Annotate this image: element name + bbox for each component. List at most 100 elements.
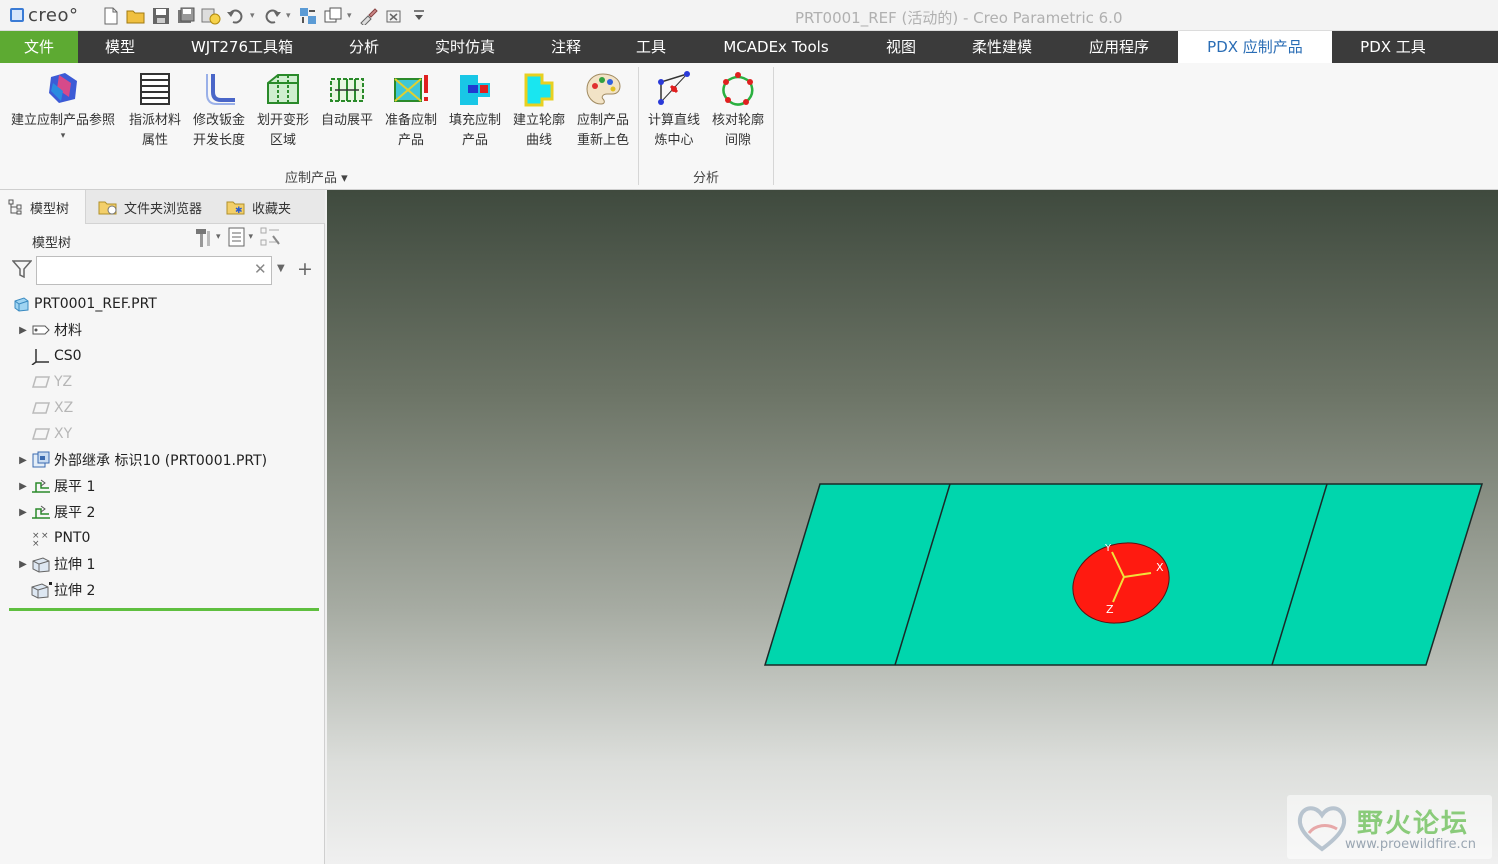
regenerate-icon[interactable]: [200, 5, 222, 27]
creo-logo: creo°: [10, 5, 79, 26]
check-profile-clearance-button[interactable]: 核对轮廓 间隙: [708, 67, 768, 159]
svg-text:×: ×: [41, 531, 49, 541]
tree-item-flatten-2[interactable]: ▶ 展平 2: [16, 499, 95, 525]
switch-window-icon[interactable]: [297, 5, 319, 27]
tree-item-material[interactable]: ▶ 材料: [16, 317, 82, 343]
undo-dropdown-icon[interactable]: ▾: [250, 11, 258, 21]
watermark-url: www.proewildfire.cn: [1345, 837, 1476, 852]
axis-label-z: Z: [1106, 603, 1114, 616]
tab-annotate[interactable]: 注释: [536, 31, 596, 63]
tree-item-xz-plane[interactable]: XZ: [30, 395, 73, 421]
create-die-part-reference-button[interactable]: 建立应制产品参照 ▾: [5, 67, 121, 159]
prepare-die-part-button[interactable]: 准备应制 产品: [381, 67, 441, 159]
tab-model[interactable]: 模型: [88, 31, 152, 63]
creo-logo-icon: [10, 8, 24, 22]
tree-item-external-inheritance[interactable]: ▶ 外部继承 标识10 (PRT0001.PRT): [16, 447, 267, 473]
close-icon[interactable]: ✕: [254, 260, 267, 278]
plus-icon[interactable]: +: [297, 258, 313, 280]
create-profile-curve-button[interactable]: 建立轮廓 曲线: [509, 67, 569, 159]
show-list-icon: [228, 227, 245, 247]
expand-arrow-icon[interactable]: ▶: [16, 325, 30, 336]
tree-settings-button[interactable]: ▾: [192, 226, 221, 248]
tab-favorites[interactable]: ✱ 收藏夹: [218, 190, 299, 224]
tab-view[interactable]: 视图: [872, 31, 930, 63]
brush-icon[interactable]: [358, 5, 380, 27]
profile-clearance-icon: [718, 67, 758, 111]
tree-item-xy-plane[interactable]: XY: [30, 421, 72, 447]
new-icon[interactable]: [100, 5, 122, 27]
title-bar: creo° ▾ ▾ ▾ PRT0001_REF (活动的) - Creo Par…: [0, 0, 1498, 31]
tab-tools[interactable]: 工具: [622, 31, 680, 63]
windows-icon[interactable]: [322, 5, 344, 27]
compute-line-center-button[interactable]: 计算直线 炼中心: [644, 67, 704, 159]
deformation-region-icon: [263, 67, 303, 111]
tree-item-cs0[interactable]: CS0: [30, 343, 82, 369]
filter-icon[interactable]: [11, 260, 33, 283]
tree-item-flatten-1[interactable]: ▶ 展平 1: [16, 473, 95, 499]
extrude-icon: [30, 581, 52, 599]
split-deformation-region-button[interactable]: 划开变形 区域: [253, 67, 313, 159]
navigator-panel: 模型树 文件夹浏览器 ✱ 收藏夹 模型树 ▾ ▾ ✕ ▼ + PRT0001_R…: [0, 190, 325, 864]
tab-model-tree[interactable]: 模型树: [0, 190, 86, 224]
save-icon[interactable]: [150, 5, 172, 27]
palette-icon: [583, 67, 623, 111]
tab-flexible-modeling[interactable]: 柔性建模: [958, 31, 1046, 63]
extrude-icon: [30, 555, 52, 573]
coordinate-system-icon: [30, 347, 52, 365]
expand-arrow-icon[interactable]: ▶: [16, 481, 30, 492]
graphics-viewport[interactable]: Y X Z 野火论坛 www.proewildfire.cn: [327, 190, 1498, 864]
model-scene[interactable]: Y X Z: [327, 190, 1498, 864]
tree-item-pnt0[interactable]: × × × PNT0: [30, 525, 90, 551]
chevron-down-icon[interactable]: ▾: [216, 232, 221, 242]
recolor-die-part-button[interactable]: 应制产品 重新上色: [573, 67, 633, 159]
forum-watermark: 野火论坛 www.proewildfire.cn: [1287, 795, 1492, 859]
fill-die-part-button[interactable]: 填充应制 产品: [445, 67, 505, 159]
model-tree-search-input[interactable]: [36, 256, 272, 285]
close-window-icon[interactable]: [383, 5, 405, 27]
save-copy-icon[interactable]: [175, 5, 197, 27]
model-tree-icon: [8, 199, 22, 215]
tree-item-yz-plane[interactable]: YZ: [30, 369, 72, 395]
material-tag-icon: [30, 321, 52, 339]
open-icon[interactable]: [125, 5, 147, 27]
redo-dropdown-icon[interactable]: ▾: [286, 11, 294, 21]
navigator-tabs: 模型树 文件夹浏览器 ✱ 收藏夹: [0, 190, 325, 224]
fill-die-icon: [455, 67, 495, 111]
windows-dropdown-icon[interactable]: ▾: [347, 11, 355, 21]
redo-icon[interactable]: [261, 5, 283, 27]
flatten-icon: [30, 477, 52, 495]
chevron-down-icon[interactable]: ▾: [249, 232, 254, 242]
tree-item-extrude-2[interactable]: 拉伸 2: [30, 577, 95, 603]
tab-live-simulation[interactable]: 实时仿真: [420, 31, 510, 63]
chevron-down-icon[interactable]: ▼: [277, 263, 285, 274]
tab-pdx-progressive-die[interactable]: PDX 应制产品: [1178, 31, 1332, 63]
customize-toolbar-icon[interactable]: [408, 5, 430, 27]
datum-point-icon: × × ×: [30, 529, 52, 547]
chevron-down-icon[interactable]: ▾: [61, 131, 66, 141]
undo-icon[interactable]: [225, 5, 247, 27]
tree-filter-columns-button[interactable]: [259, 226, 283, 248]
tree-item-root-part[interactable]: PRT0001_REF.PRT: [10, 291, 157, 317]
tab-mcadex-tools[interactable]: MCADEx Tools: [708, 31, 844, 63]
ribbon-group-analysis: 分析: [693, 171, 720, 186]
tab-pdx-tools[interactable]: PDX 工具: [1344, 31, 1442, 63]
tab-file[interactable]: 文件: [0, 31, 78, 63]
ribbon-group-die-part[interactable]: 应制产品 ▾: [285, 167, 348, 186]
tree-insert-marker[interactable]: [9, 608, 319, 611]
expand-arrow-icon[interactable]: ▶: [16, 455, 30, 466]
ribbon-group-separator: [638, 67, 639, 185]
tree-show-button[interactable]: ▾: [227, 226, 254, 248]
tree-item-extrude-1[interactable]: ▶ 拉伸 1: [16, 551, 95, 577]
tab-wjt276-toolbox[interactable]: WJT276工具箱: [178, 31, 306, 63]
expand-arrow-icon[interactable]: ▶: [16, 559, 30, 570]
datum-plane-icon: [30, 399, 52, 417]
tab-applications[interactable]: 应用程序: [1074, 31, 1164, 63]
assign-material-button[interactable]: 指派材料 属性: [125, 67, 185, 159]
ribbon-pdx: 建立应制产品参照 ▾ 指派材料 属性 修改钣金 开发长度 划开变形 区域 自动展…: [0, 63, 1498, 190]
auto-flatten-button[interactable]: 自动展平: [317, 67, 377, 159]
expand-arrow-icon[interactable]: ▶: [16, 507, 30, 518]
tab-folder-browser[interactable]: 文件夹浏览器: [90, 190, 210, 224]
modify-sheetmetal-length-button[interactable]: 修改钣金 开发长度: [189, 67, 249, 159]
tab-analysis[interactable]: 分析: [334, 31, 394, 63]
watermark-logo-icon: [1297, 806, 1347, 852]
